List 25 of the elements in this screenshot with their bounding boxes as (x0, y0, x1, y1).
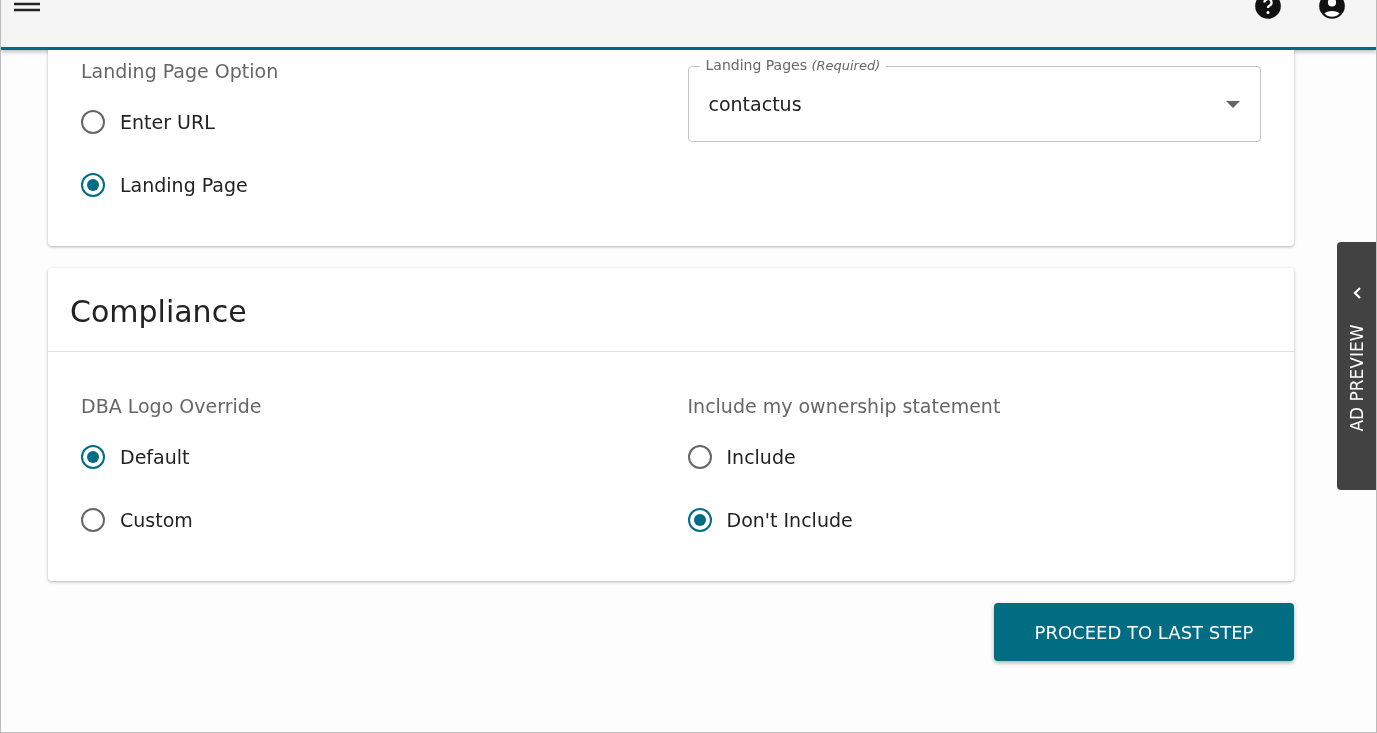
ad-preview-tab[interactable]: AD PREVIEW (1337, 242, 1376, 490)
radio-option[interactable]: Landing Page (81, 153, 688, 216)
radio-button[interactable] (81, 507, 105, 532)
radio-button[interactable] (81, 444, 105, 469)
dropdown-caret-icon (1226, 100, 1240, 108)
radio-option[interactable]: Custom (81, 488, 688, 551)
radio-button[interactable] (81, 109, 105, 134)
radio-option[interactable]: Don't Include (687, 488, 1294, 551)
landing-pages-select[interactable]: Landing Pages (Required) contactus (687, 57, 1261, 216)
radio-option[interactable]: Enter URL (81, 90, 688, 153)
account-icon[interactable] (1318, 0, 1346, 20)
section-title: Compliance (48, 268, 1294, 352)
help-icon[interactable] (1254, 0, 1282, 20)
group-label: DBA Logo Override (81, 395, 263, 417)
radio-button[interactable] (81, 172, 105, 197)
proceed-button[interactable]: PROCEED TO LAST STEP (994, 603, 1294, 661)
group-label: Include my ownership statement (687, 395, 1002, 417)
field-label: Landing Pages (Required) (699, 57, 887, 74)
radio-button[interactable] (687, 507, 712, 532)
radio-option[interactable]: Default (81, 425, 688, 488)
group-label: Landing Page Option (81, 60, 280, 82)
radio-button[interactable] (687, 444, 712, 469)
select-value: contactus (708, 93, 803, 115)
chevron-left-icon (1351, 286, 1362, 300)
radio-option[interactable]: Include (687, 425, 1294, 488)
